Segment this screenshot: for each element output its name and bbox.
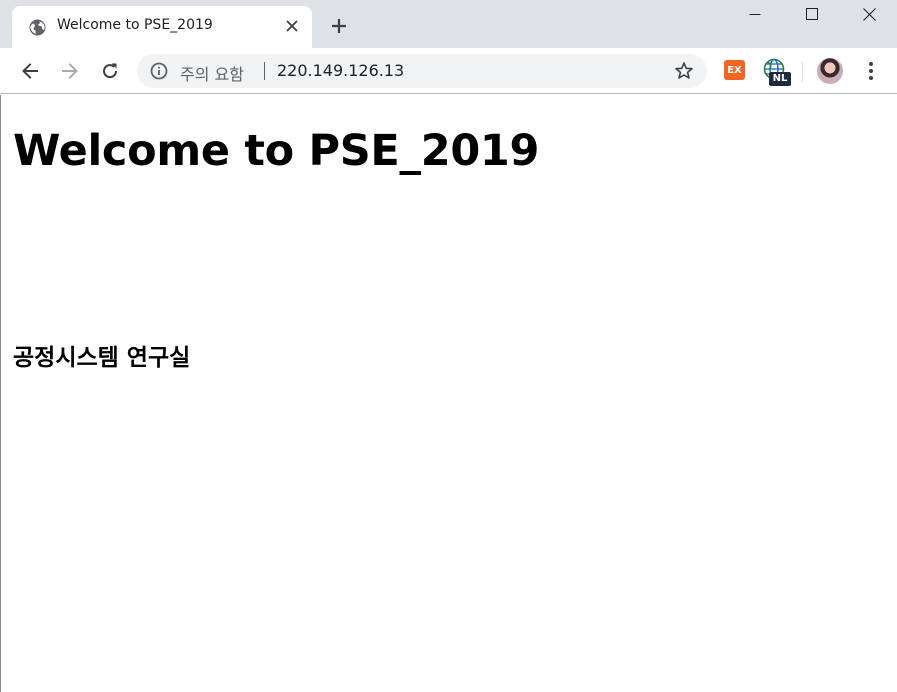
address-bar[interactable]: 주의 요함 220.149.126.13 bbox=[137, 54, 707, 88]
reload-icon[interactable] bbox=[95, 56, 125, 86]
page-heading: Welcome to PSE_2019 bbox=[13, 126, 540, 176]
lab-name: 공정시스템 연구실 bbox=[13, 345, 191, 371]
window-close-icon[interactable] bbox=[840, 0, 897, 28]
kebab-menu-icon[interactable] bbox=[860, 58, 882, 84]
maximize-icon[interactable] bbox=[783, 0, 841, 28]
globe-icon bbox=[29, 19, 46, 36]
arrow-right-icon[interactable] bbox=[55, 56, 85, 86]
info-icon[interactable] bbox=[150, 62, 168, 80]
tab-title: Welcome to PSE_2019 bbox=[57, 17, 213, 33]
close-icon[interactable] bbox=[283, 17, 301, 35]
tab-active[interactable]: Welcome to PSE_2019 bbox=[12, 6, 312, 48]
nl-extension-icon[interactable]: NL bbox=[763, 58, 793, 88]
browser-window: Welcome to PSE_2019 주의 요함 220.149.126.13… bbox=[0, 0, 897, 692]
security-status-text[interactable]: 주의 요함 bbox=[180, 61, 244, 85]
toolbar: 주의 요함 220.149.126.13 EX NL bbox=[0, 48, 897, 94]
toolbar-divider bbox=[802, 62, 803, 82]
profile-avatar[interactable] bbox=[817, 58, 843, 84]
plus-icon[interactable] bbox=[328, 15, 350, 37]
minimize-icon[interactable] bbox=[726, 0, 784, 28]
ex-extension-icon[interactable]: EX bbox=[724, 60, 745, 80]
nl-badge: NL bbox=[769, 72, 791, 86]
arrow-left-icon[interactable] bbox=[15, 56, 45, 86]
omnibox-divider bbox=[264, 62, 265, 80]
star-icon[interactable] bbox=[674, 61, 694, 81]
page-content: Welcome to PSE_2019 공정시스템 연구실 bbox=[0, 95, 897, 692]
tab-strip: Welcome to PSE_2019 bbox=[0, 0, 897, 48]
url-text[interactable]: 220.149.126.13 bbox=[277, 61, 404, 80]
